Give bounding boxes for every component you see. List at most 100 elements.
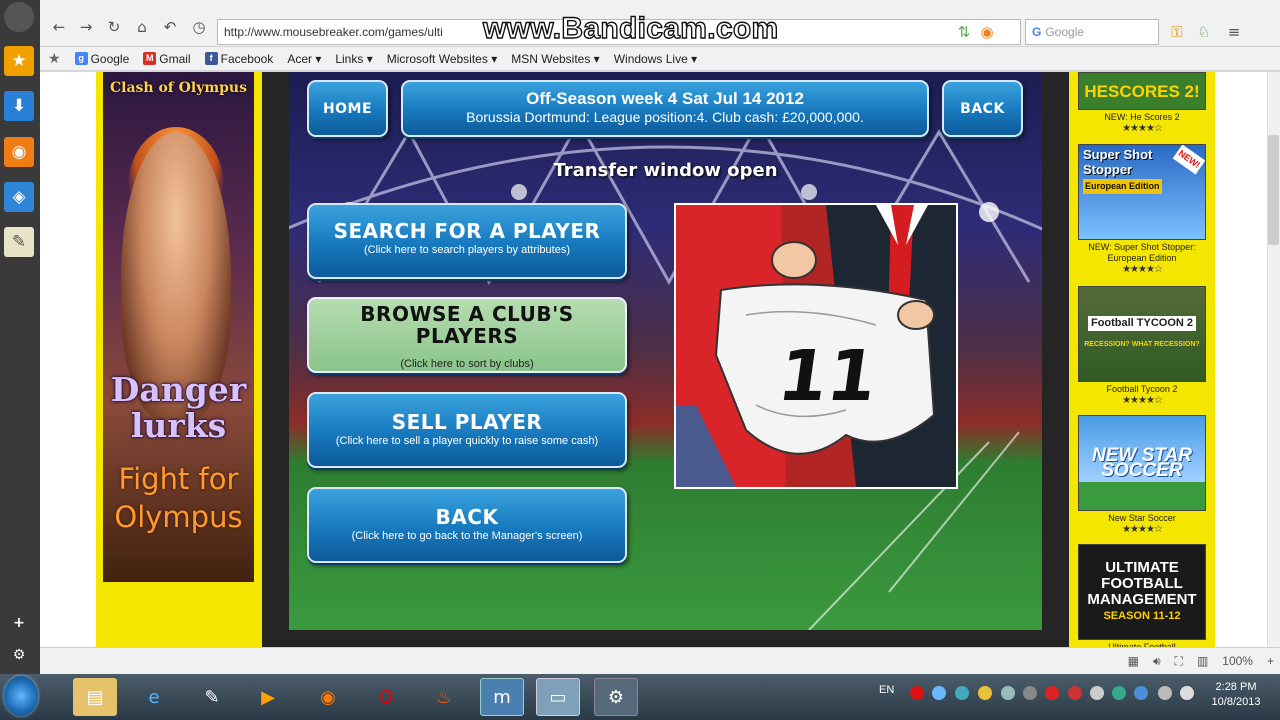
ie-icon[interactable]: e [132, 678, 176, 716]
menu-icon[interactable]: ≡ [1225, 23, 1243, 41]
game-caption[interactable]: Football Tycoon 2 [1078, 384, 1206, 395]
tray-flag-icon[interactable] [1068, 686, 1082, 700]
app-dock: ★ ⬇ ◉ ◈ ✎ + ⚙ [0, 0, 40, 720]
star-bookmarks-icon[interactable]: ★ [48, 50, 61, 67]
game-tile-super-shot-stopper[interactable]: Super Shot Stopper European Edition NEW!… [1078, 144, 1206, 275]
start-button[interactable] [4, 676, 38, 716]
paint-icon[interactable]: ✎ [190, 678, 234, 716]
flame-icon[interactable]: ♨ [422, 678, 466, 716]
download-icon[interactable]: ⬇ [4, 91, 34, 121]
media-player-icon[interactable]: ▶ [246, 678, 290, 716]
ad-logo: Clash of Olympus [109, 80, 247, 96]
reader-icon[interactable]: ⇅ [955, 23, 973, 41]
notes-icon[interactable]: ✎ [4, 227, 34, 257]
sell-player-button[interactable]: SELL PLAYER (Click here to sell a player… [307, 392, 627, 468]
profile-icon[interactable]: ♘ [1195, 23, 1213, 41]
game-thumb[interactable]: NEW STAR SOCCER [1078, 415, 1206, 511]
opera-icon[interactable]: O [364, 678, 408, 716]
share-icon[interactable]: ◈ [4, 182, 34, 212]
forward-icon[interactable]: → [77, 18, 95, 36]
firefox-icon[interactable]: ◉ [306, 678, 350, 716]
language-indicator[interactable]: EN [879, 684, 894, 696]
signal-icon[interactable] [1180, 686, 1194, 700]
scrollbar-thumb[interactable] [1268, 135, 1279, 245]
recording-watermark: www.Bandicam.com [482, 11, 779, 45]
rss-icon[interactable]: ◉ [4, 137, 34, 167]
bookmark-gmail[interactable]: M Gmail [143, 52, 191, 66]
game-thumb[interactable]: HESCORES 2! [1078, 72, 1206, 110]
game-caption[interactable]: NEW: He Scores 2 [1078, 112, 1206, 123]
ad-tagline: Fight for Olympus [114, 462, 243, 534]
bookmark-acer[interactable]: Acer ▾ [287, 52, 321, 66]
tray-update-icon[interactable] [1112, 686, 1126, 700]
feed-icon[interactable]: ◉ [978, 23, 996, 41]
game-tile-ultimate-football-management[interactable]: ULTIMATE FOOTBALL MANAGEMENT SEASON 11-1… [1078, 544, 1206, 653]
search-input[interactable]: G Google [1025, 19, 1159, 45]
olympus-ad-banner[interactable]: Clash of Olympus Danger lurks Fight for … [103, 72, 254, 582]
game-rating: ★★★★☆ [1122, 524, 1163, 535]
transfer-window-title: Transfer window open [553, 160, 778, 181]
ie-tray-icon[interactable] [955, 686, 969, 700]
bookmark-windows-live[interactable]: Windows Live ▾ [614, 52, 697, 66]
game-tile-football-tycoon-2[interactable]: Football TYCOON 2 RECESSION? WHAT RECESS… [1078, 286, 1206, 406]
club-status: Borussia Dortmund: League position:4. Cl… [466, 109, 864, 125]
tray-tool-icon[interactable] [1001, 686, 1015, 700]
game-thumb[interactable]: Football TYCOON 2 RECESSION? WHAT RECESS… [1078, 286, 1206, 382]
bookmark-msn-websites[interactable]: MSN Websites ▾ [511, 52, 600, 66]
search-player-button[interactable]: SEARCH FOR A PLAYER (Click here to searc… [307, 203, 627, 279]
undo-icon[interactable]: ↶ [161, 18, 179, 36]
bookmark-google[interactable]: g Google [74, 52, 129, 66]
tray-chat-icon[interactable] [1134, 686, 1148, 700]
back-icon[interactable]: ← [50, 18, 68, 36]
back-to-manager-button[interactable]: BACK (Click here to go back to the Manag… [307, 487, 627, 563]
sound-icon[interactable]: 🔊︎ [1153, 654, 1161, 669]
battery-icon[interactable] [1158, 686, 1172, 700]
browse-club-players-button[interactable]: BROWSE A CLUB'S PLAYERS (Click here to s… [307, 297, 627, 373]
season-header-panel: Off-Season week 4 Sat Jul 14 2012 Boruss… [401, 80, 929, 137]
home-icon[interactable]: ⌂ [133, 18, 151, 36]
explorer-icon[interactable]: ▤ [73, 678, 117, 716]
game-thumb[interactable]: ULTIMATE FOOTBALL MANAGEMENT SEASON 11-1… [1078, 544, 1206, 640]
fullscreen-icon[interactable]: ⛶ [1175, 654, 1183, 669]
record-icon[interactable] [910, 686, 924, 700]
game-tile-he-scores-2[interactable]: HESCORES 2! NEW: He Scores 2 ★★★★☆ [1078, 72, 1206, 134]
zoom-level[interactable]: 100% [1222, 654, 1253, 668]
back-top-button[interactable]: BACK [942, 80, 1023, 137]
notepad-icon[interactable]: ▭ [536, 678, 580, 716]
tray-monitor-icon[interactable] [1023, 686, 1037, 700]
bookmark-microsoft-websites[interactable]: Microsoft Websites ▾ [387, 52, 498, 66]
tray-app-icon[interactable] [978, 686, 992, 700]
split-icon[interactable]: ▥ [1197, 654, 1208, 668]
orb-icon[interactable] [4, 2, 34, 32]
add-icon[interactable]: + [8, 612, 30, 634]
reload-icon[interactable]: ↻ [105, 18, 123, 36]
zoom-in-icon[interactable]: + [1267, 654, 1274, 668]
star-icon[interactable]: ★ [4, 46, 34, 76]
tray-acrobat-icon[interactable] [1045, 686, 1059, 700]
key-icon[interactable]: ⚿ [1168, 23, 1186, 41]
bookmark-links[interactable]: Links ▾ [335, 52, 372, 66]
screenshot-icon[interactable]: ▦ [1128, 654, 1139, 668]
google-icon: g [74, 52, 88, 65]
ad-headline: Danger lurks [110, 370, 247, 445]
game-rating: ★★★★☆ [1122, 123, 1163, 134]
volume-tray-icon[interactable] [1090, 686, 1104, 700]
bookmark-facebook[interactable]: f Facebook [204, 52, 273, 66]
game-rating: ★★★★☆ [1122, 395, 1163, 406]
game-caption[interactable]: NEW: Super Shot Stopper: European Editio… [1078, 242, 1206, 264]
system-clock[interactable]: 2:28 PM 10/8/2013 [1200, 680, 1272, 710]
maxthon-icon[interactable]: m [480, 678, 524, 716]
history-icon[interactable]: ◷ [190, 18, 208, 36]
season-date: Off-Season week 4 Sat Jul 14 2012 [526, 89, 804, 108]
new-badge: NEW! [1172, 145, 1205, 175]
game-caption[interactable]: New Star Soccer [1078, 513, 1206, 524]
settings-app-icon[interactable]: ⚙ [594, 678, 638, 716]
game-tile-new-star-soccer[interactable]: NEW STAR SOCCER New Star Soccer ★★★★☆ [1078, 415, 1206, 535]
network-tray-icon[interactable] [932, 686, 946, 700]
url-text[interactable]: http://www.mousebreaker.com/games/ulti [224, 25, 464, 39]
home-button[interactable]: HOME [307, 80, 388, 137]
search-placeholder: Google [1045, 25, 1085, 39]
game-thumb[interactable]: Super Shot Stopper European Edition NEW! [1078, 144, 1206, 240]
settings-icon[interactable]: ⚙ [8, 644, 30, 666]
transfer-handshake-illustration: 11 [674, 203, 958, 489]
